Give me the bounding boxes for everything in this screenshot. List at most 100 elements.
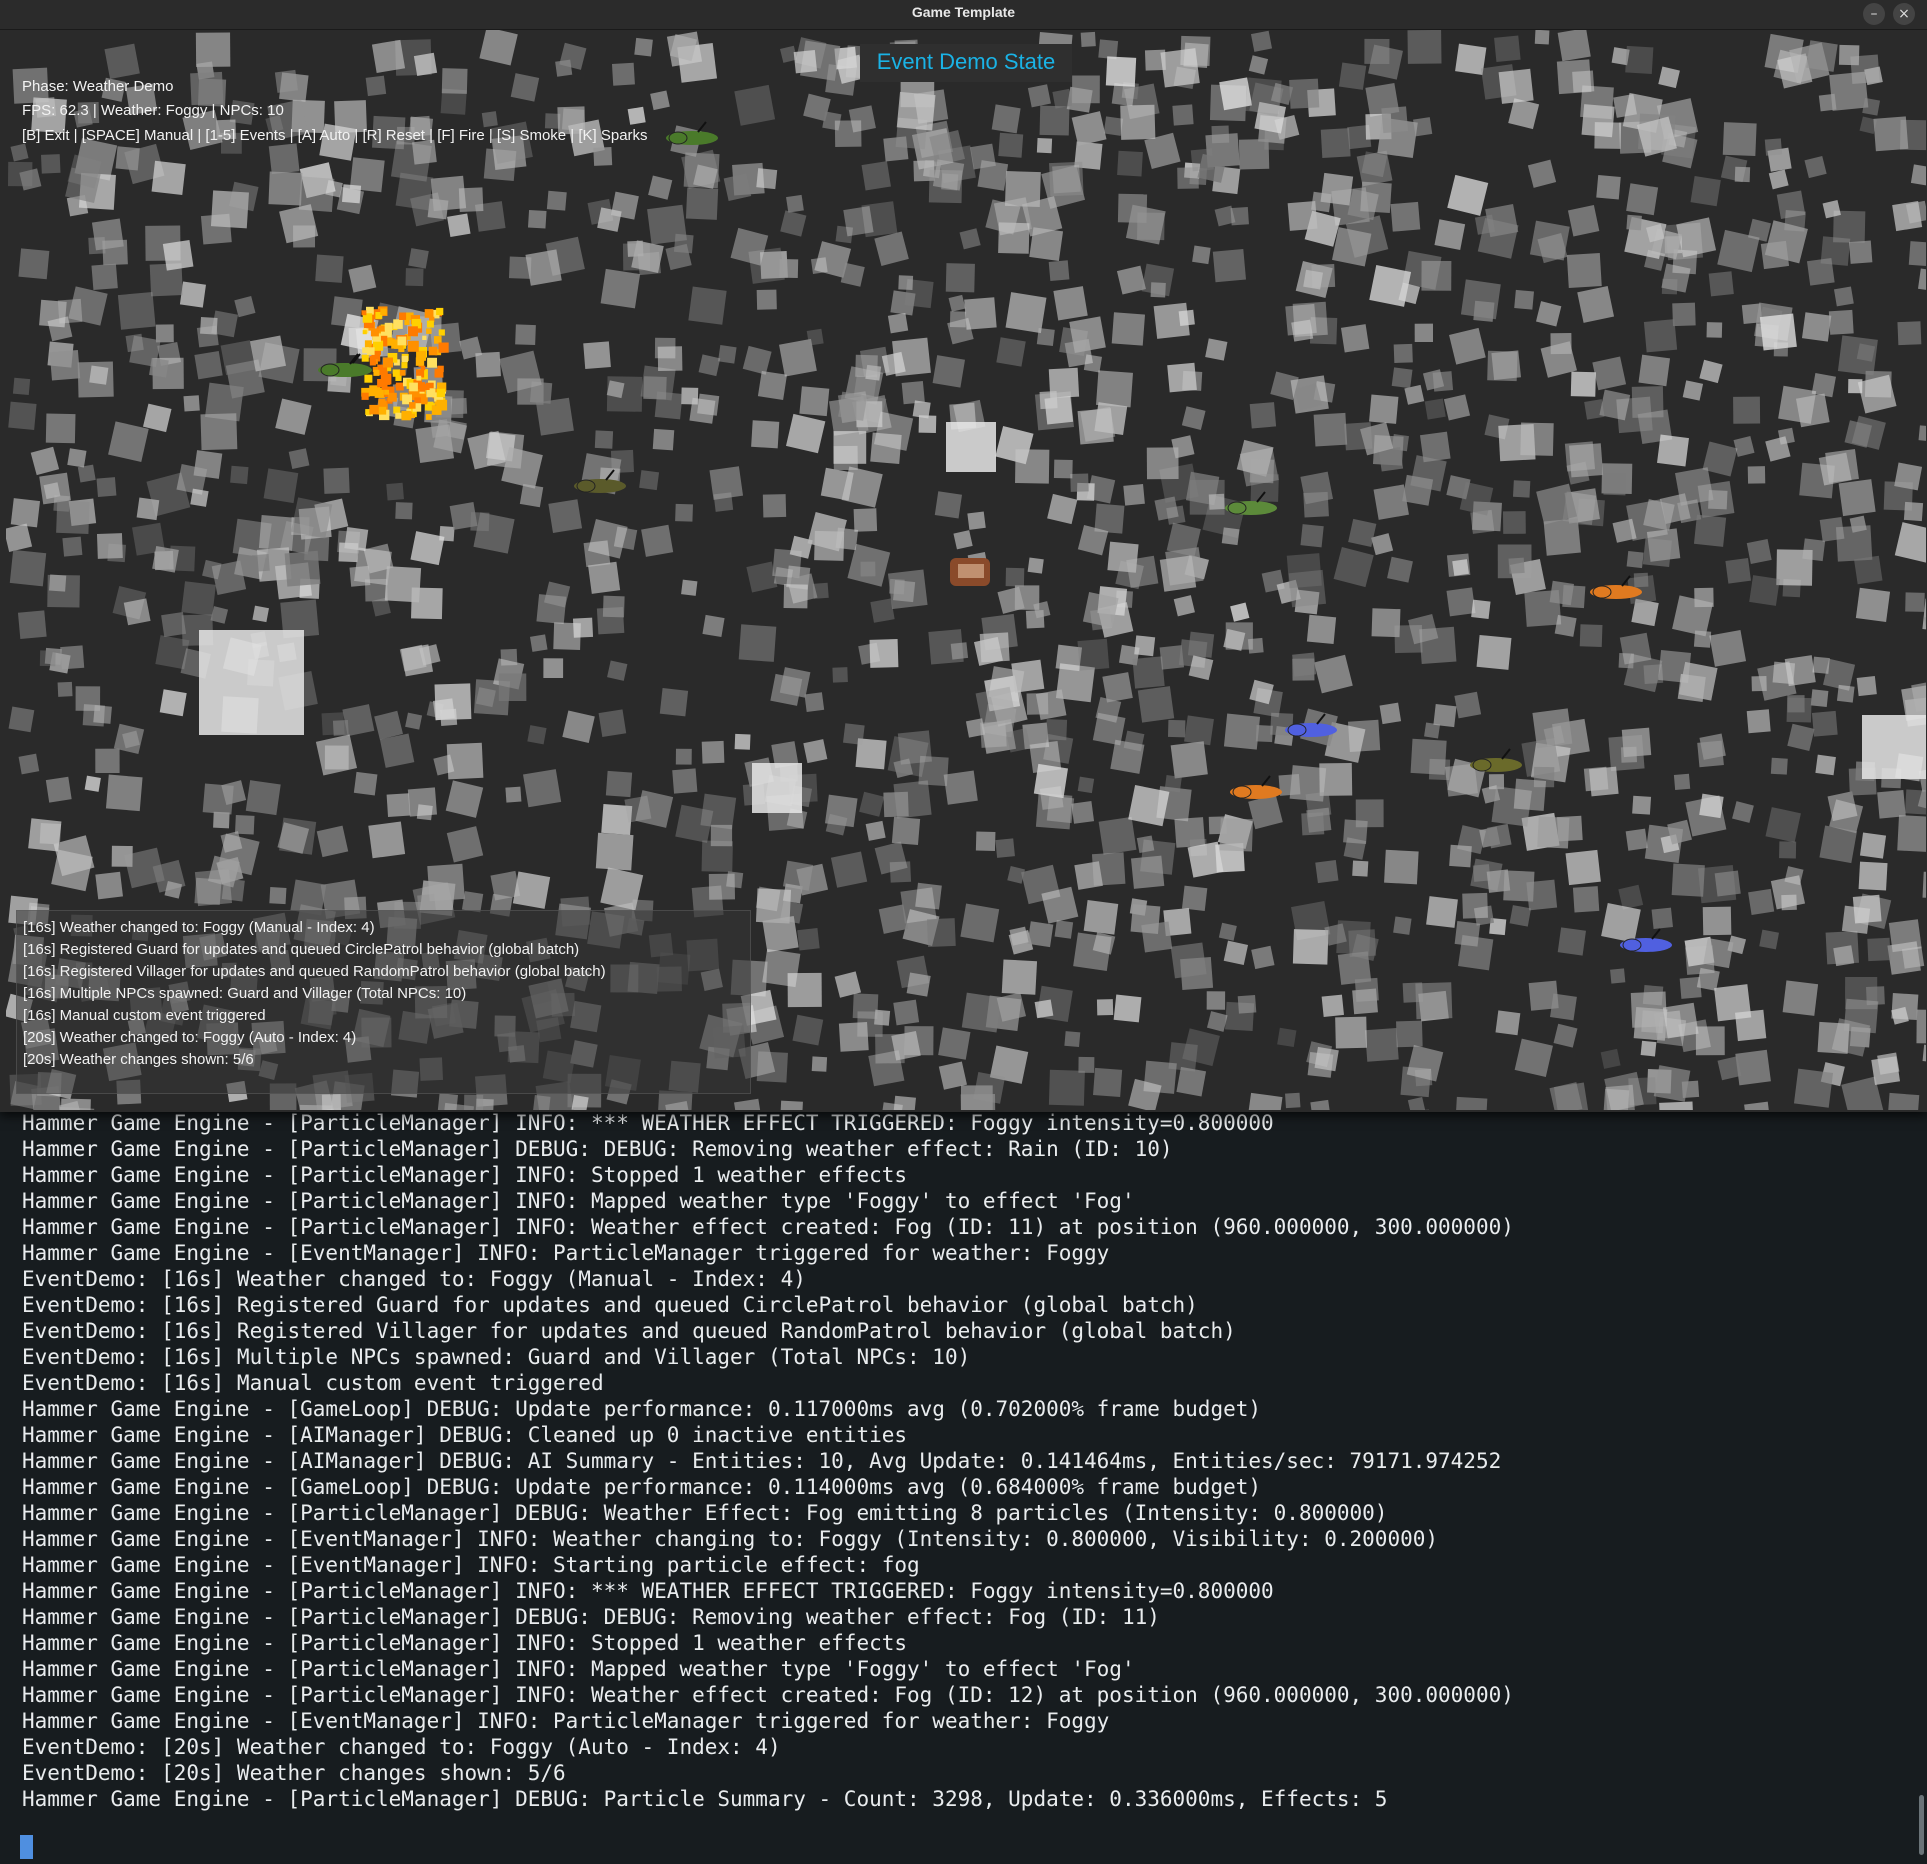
fog-particle (1679, 976, 1702, 999)
fog-particle (413, 52, 438, 77)
fog-particle (1027, 921, 1054, 948)
fog-particle (1011, 659, 1045, 693)
minimize-icon: – (1870, 6, 1878, 22)
fog-particle (1810, 689, 1829, 707)
fog-particle (1027, 557, 1044, 574)
fog-particle (1364, 1027, 1399, 1062)
fire-particle (438, 342, 449, 353)
fire-particle (436, 388, 446, 398)
fog-particle (1305, 791, 1332, 818)
fog-particle (1289, 78, 1320, 109)
fog-particle (268, 171, 303, 206)
fog-particle (1291, 319, 1314, 342)
fog-particle (1111, 312, 1146, 346)
fog-particle (1320, 128, 1351, 158)
fog-particle (806, 328, 824, 346)
fog-particle (1237, 994, 1257, 1014)
npc-ant-head (320, 363, 340, 377)
npc-ant-head (668, 131, 688, 145)
fog-particle (1843, 998, 1879, 1034)
fog-particle (1086, 475, 1116, 504)
fog-particle (1626, 183, 1659, 216)
fog-particle (1703, 938, 1734, 969)
fog-particle (975, 831, 996, 852)
fire-particle (378, 325, 385, 332)
fog-particle (1348, 518, 1377, 548)
minimize-button[interactable]: – (1863, 3, 1885, 25)
fog-particle (316, 825, 349, 858)
fog-particle (1432, 371, 1454, 392)
fog-particle (1631, 386, 1664, 418)
fog-particle (799, 386, 830, 417)
fog-particle (810, 257, 828, 274)
terminal-line: Hammer Game Engine - [ParticleManager] I… (22, 1111, 1274, 1135)
fog-particle (1172, 104, 1194, 126)
fog-particle (1674, 467, 1714, 506)
fog-particle (95, 871, 123, 900)
fog-particle (1029, 227, 1064, 262)
terminal-line: EventDemo: [16s] Manual custom event tri… (22, 1371, 604, 1395)
fog-particle (1454, 691, 1482, 719)
fog-particle (757, 370, 788, 401)
fog-particle (804, 692, 825, 712)
fog-particle (325, 180, 343, 198)
fog-particle (1335, 1016, 1367, 1049)
fog-particle (60, 645, 85, 670)
fog-particle (883, 791, 909, 818)
fog-particle (1877, 789, 1906, 819)
fog-particle (571, 1094, 589, 1110)
fog-particle (1883, 481, 1913, 511)
close-button[interactable]: × (1893, 3, 1915, 25)
fire-particle (367, 347, 375, 355)
fog-particle (672, 768, 698, 794)
fog-particle (1111, 82, 1136, 107)
fog-particle (427, 198, 449, 220)
fog-particle (1477, 218, 1519, 259)
fog-particle (10, 498, 41, 528)
fog-particle (290, 497, 333, 539)
fog-particle (1556, 59, 1592, 95)
fog-particle (852, 993, 879, 1020)
fog-particle (918, 755, 949, 787)
fog-particle (1313, 412, 1348, 447)
fog-particle (1770, 875, 1806, 910)
fog-particle (708, 873, 736, 900)
fog-particle (1819, 516, 1845, 542)
fog-particle (1849, 515, 1867, 533)
fire-particle (427, 357, 437, 368)
fog-particle (49, 349, 81, 381)
event-log-line: [16s] Registered Villager for updates an… (23, 963, 606, 980)
fog-particle (1153, 302, 1190, 339)
window-titlebar[interactable]: Game Template – × (0, 0, 1927, 30)
fog-particle (1093, 1067, 1123, 1097)
fog-particle (1036, 137, 1053, 154)
fog-particle (1340, 324, 1370, 353)
fog-particle (1250, 30, 1273, 52)
terminal-scrollbar[interactable] (1919, 1795, 1924, 1855)
fog-particle (906, 972, 931, 997)
fog-particle (1818, 93, 1837, 112)
fog-particle (1819, 825, 1857, 864)
fog-particle (508, 256, 532, 279)
fog-particle (1319, 762, 1353, 796)
game-viewport[interactable]: Event Demo State Phase: Weather Demo FPS… (6, 30, 1926, 1110)
fog-particle (41, 154, 61, 174)
fog-particle (1069, 316, 1106, 353)
event-log-line: [16s] Weather changed to: Foggy (Manual … (23, 919, 375, 936)
fog-particle (961, 992, 1002, 1033)
fog-particle (379, 733, 415, 768)
fog-particle (1387, 556, 1413, 583)
game-window[interactable]: Game Template – × Event Demo State Phase… (0, 0, 1927, 1112)
fog-particle (523, 769, 562, 808)
fog-particle (18, 248, 50, 280)
fog-particle (1828, 309, 1854, 335)
fog-particle (945, 263, 975, 293)
fog-particle (1181, 885, 1208, 912)
fog-particle (734, 84, 776, 126)
fog-particle (117, 291, 156, 330)
fog-particle (1393, 343, 1413, 364)
fog-particle (1446, 587, 1476, 617)
fog-particle (1120, 104, 1156, 140)
fog-particle (252, 605, 269, 623)
fog-particle (395, 172, 434, 211)
